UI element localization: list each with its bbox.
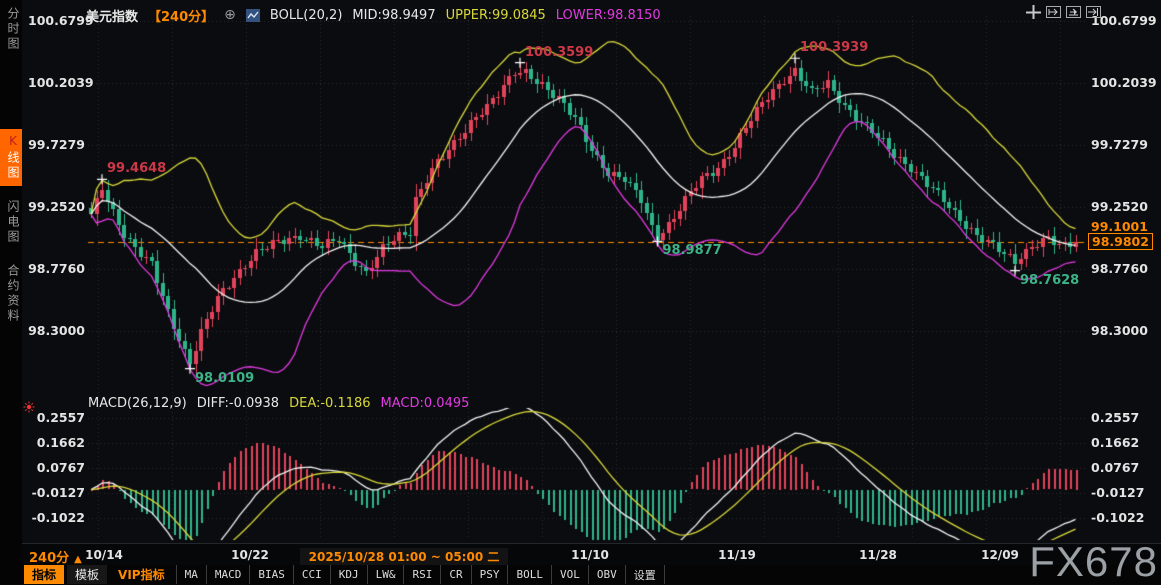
crosshair-icon[interactable] [1025,4,1042,20]
selected-candle-time-label: 2025/10/28 01:00 ~ 05:00 二 [300,548,508,565]
indicator-button-boll[interactable]: BOLL [507,565,551,584]
indicator-button-psy[interactable]: PSY [471,565,508,584]
indicator-button-kdj[interactable]: KDJ [330,565,367,584]
indicator-button-bias[interactable]: BIAS [249,565,293,584]
sidebar-tab-contract-info[interactable]: 合约资料 [0,259,22,329]
sidebar-tab-kline-chart[interactable]: K线图 [0,129,22,186]
macd-bar-value: MACD:0.0495 [381,396,470,411]
indicator-button-macd[interactable]: MACD [206,565,250,584]
x-axis-date-label: 10/14 [64,548,144,562]
macd-header: MACD(26,12,9) DIFF:-0.0938 DEA:-0.1186 M… [88,396,469,411]
x-axis-date-label: 12/09 [960,548,1040,562]
indicator-button-cci[interactable]: CCI [293,565,330,584]
left-sidebar: 分时图 K线图闪电图合约资料 [0,0,22,584]
indicator-button-cr[interactable]: CR [440,565,470,584]
macd-params-label: MACD(26,12,9) [88,396,187,411]
x-axis-date-label: 11/28 [838,548,918,562]
indicator-button-ma[interactable]: MA [176,565,206,584]
x-axis-date-label: 11/19 [697,548,777,562]
toolbar-tab-indicator[interactable]: 指标 [24,565,64,584]
x-axis-date-label: 11/10 [550,548,630,562]
sidebar-tab-time-chart[interactable]: 分时图 [0,2,22,57]
sidebar-tab-flash-chart[interactable]: 闪电图 [0,195,22,250]
bottom-toolbar: 指标模板VIP指标MAMACDBIASCCIKDJLW&RSICRPSYBOLL… [22,565,1161,584]
period-badge[interactable]: 【240分】 [148,6,214,25]
indicator-button-vol[interactable]: VOL [551,565,588,584]
kline-chart-app: 100.6799100.6799100.2039100.203999.72799… [0,0,1161,584]
boll-lower-value: LOWER:98.8150 [556,8,661,23]
boll-upper-value: UPPER:99.0845 [446,8,546,23]
indicator-button-lw[interactable]: LW& [367,565,404,584]
watermark: FX678 [1029,542,1158,582]
x-axis-date-label: 10/22 [210,548,290,562]
scroll-right-icon[interactable] [1065,4,1082,20]
indicator-button-settings[interactable]: 设置 [625,565,665,584]
toolbar-tab-template[interactable]: 模板 [67,565,107,584]
macd-diff-value: DIFF:-0.0938 [197,396,279,411]
x-axis-row: 240分▲ 10/1410/222025/10/28 01:00 ~ 05:00… [22,543,1161,566]
symbol-name: 美元指数 [86,6,138,25]
chart-pane-icons [1025,4,1102,20]
indicator-chart-icon [246,9,260,22]
indicator-button-obv[interactable]: OBV [588,565,625,584]
indicator-button-rsi[interactable]: RSI [403,565,440,584]
chart-header: 美元指数 【240分】 ⊕ BOLL(20,2) MID:98.9497 UPP… [86,6,661,25]
boll-mid-value: MID:98.9497 [352,8,435,23]
macd-dea-value: DEA:-0.1186 [289,396,370,411]
add-indicator-icon[interactable]: ⊕ [224,9,236,22]
expand-right-icon[interactable] [1085,4,1102,20]
boll-params-label: BOLL(20,2) [270,8,343,23]
indicator-settings-icon[interactable] [23,398,35,410]
sidebar-tab-accent: K [6,134,20,151]
toolbar-tab-vip-indicator[interactable]: VIP指标 [110,565,173,584]
scroll-left-icon[interactable] [1045,4,1062,20]
candlestick-chart-canvas[interactable] [0,0,1161,584]
